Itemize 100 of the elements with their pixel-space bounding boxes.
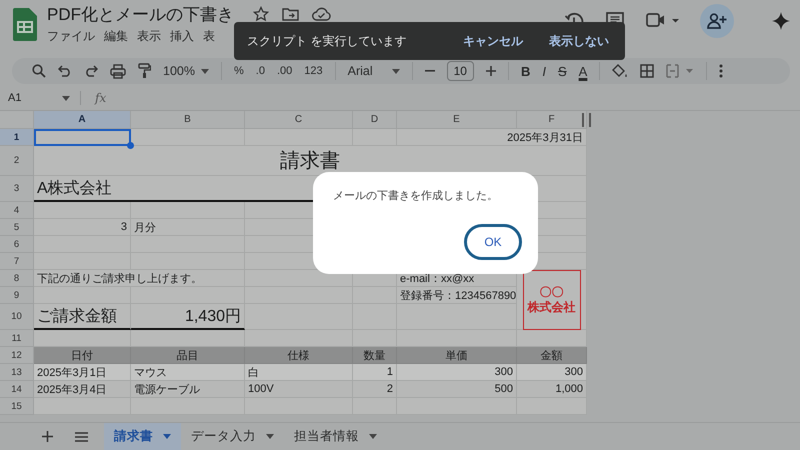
row-header[interactable]: 14 (0, 381, 34, 398)
table-cell: 請求書 (34, 146, 587, 176)
search-icon[interactable] (32, 64, 46, 78)
menu-icon[interactable] (75, 432, 88, 442)
table-cell: 下記の通りご請求申し上げます。 (34, 270, 245, 287)
table-cell: 仕様 (245, 347, 353, 364)
select-all-corner[interactable] (0, 111, 34, 129)
row-header[interactable]: 7 (0, 253, 34, 270)
row-header[interactable]: 5 (0, 219, 34, 236)
number-format-button[interactable]: .00 (276, 65, 292, 77)
table-cell: 単価 (397, 347, 517, 364)
toast-action[interactable]: 表示しない (549, 32, 609, 50)
stamp-text: 〇〇 (540, 284, 564, 300)
table-cell: 2025年3月4日 (34, 381, 131, 398)
sheet-tab[interactable]: 担当者情報 (284, 423, 387, 450)
toast-message: スクリプト を実行しています (247, 32, 406, 50)
text-style-button[interactable]: I (542, 64, 546, 78)
sheet-tab-label: データ入力 (191, 428, 256, 445)
sheet-tab-label: 担当者情報 (294, 428, 359, 445)
sheets-logo-icon[interactable] (13, 8, 37, 41)
table-cell: 数量 (353, 347, 397, 364)
table-cell: 日付 (34, 347, 131, 364)
zoom-dropdown[interactable]: 100% (163, 64, 195, 78)
folder-icon[interactable] (282, 7, 299, 21)
redo-icon[interactable] (84, 65, 98, 77)
row-header[interactable]: 8 (0, 270, 34, 287)
sheet-tab-label: 請求書 (114, 428, 153, 445)
sheet-tab[interactable]: 請求書 (104, 423, 181, 450)
number-format-button[interactable]: % (234, 65, 244, 77)
table-cell: 1,000 (517, 381, 587, 398)
selected-cell[interactable] (34, 129, 131, 146)
ok-button[interactable]: OK (464, 224, 522, 260)
table-cell: 500 (397, 381, 517, 398)
caret-icon[interactable] (392, 68, 400, 74)
paint-roller-icon[interactable] (138, 63, 151, 79)
star-icon[interactable] (253, 6, 269, 22)
table-cell: 3 (34, 219, 131, 236)
table-cell: 300 (517, 364, 587, 381)
column-header[interactable]: B (131, 111, 245, 129)
table-cell: 品目 (131, 347, 245, 364)
add-sheet-icon[interactable] (42, 431, 53, 442)
row-header[interactable]: 6 (0, 236, 34, 253)
row-header[interactable]: 4 (0, 202, 34, 219)
caret-icon[interactable] (200, 68, 209, 74)
font-dropdown[interactable]: Arial (348, 64, 386, 78)
font-size-field[interactable]: 10 (446, 61, 474, 81)
column-header[interactable]: A (34, 111, 131, 129)
table-cell: 金額 (517, 347, 587, 364)
text-style-button[interactable]: B (520, 64, 530, 78)
borders-icon[interactable] (640, 64, 654, 78)
menu-item[interactable]: 表 (203, 28, 215, 45)
column-header[interactable]: F (517, 111, 587, 129)
row-header[interactable]: 15 (0, 398, 34, 415)
table-cell: 月分 (131, 219, 245, 236)
freeze-handle[interactable] (582, 113, 591, 127)
print-icon[interactable] (110, 64, 126, 78)
row-header[interactable]: 9 (0, 287, 34, 304)
caret-icon[interactable] (62, 96, 70, 100)
share-button[interactable] (700, 4, 734, 38)
menu-item[interactable]: 表示 (137, 28, 161, 45)
sparkle-icon[interactable] (772, 12, 790, 30)
fill-bucket-icon[interactable] (612, 64, 628, 78)
table-cell: 電源ケーブル (131, 381, 245, 398)
caret-icon[interactable] (369, 434, 377, 439)
menu-item[interactable]: ファイル (47, 28, 95, 45)
menu-item[interactable]: 挿入 (170, 28, 194, 45)
column-header[interactable]: E (397, 111, 517, 129)
table-cell: ご請求金額 (34, 304, 131, 330)
stamp-text: 株式会社 (528, 300, 576, 314)
sheet-tab[interactable]: データ入力 (181, 423, 284, 450)
more-icon[interactable] (719, 64, 724, 78)
row-header[interactable]: 12 (0, 347, 34, 364)
text-style-button[interactable]: A (578, 64, 588, 78)
document-title[interactable]: PDF化とメールの下書き (47, 2, 234, 26)
row-header[interactable]: 3 (0, 176, 34, 202)
cloud-icon[interactable] (312, 7, 331, 21)
caret-icon[interactable] (266, 434, 274, 439)
number-format-button[interactable]: .0 (256, 65, 265, 77)
column-header[interactable]: D (353, 111, 397, 129)
row-header[interactable]: 10 (0, 304, 34, 330)
table-cell: 2 (353, 381, 397, 398)
table-cell: 300 (397, 364, 517, 381)
name-box[interactable]: A1 (8, 92, 54, 104)
undo-icon[interactable] (58, 65, 72, 77)
number-format-button[interactable]: 123 (304, 65, 323, 77)
plus-icon[interactable] (486, 66, 496, 76)
toast-action[interactable]: キャンセル (463, 32, 523, 50)
text-style-button[interactable]: S (558, 64, 567, 78)
video-call-icon[interactable] (646, 12, 680, 28)
minus-icon[interactable] (424, 70, 435, 72)
row-header[interactable]: 11 (0, 330, 34, 347)
row-header[interactable]: 2 (0, 146, 34, 176)
row-header[interactable]: 1 (0, 129, 34, 146)
column-header[interactable]: C (245, 111, 353, 129)
caret-icon[interactable] (163, 434, 171, 439)
table-cell: 2025年3月1日 (34, 364, 131, 381)
add-person-icon (707, 13, 727, 29)
row-header[interactable]: 13 (0, 364, 34, 381)
menu-item[interactable]: 編集 (104, 28, 128, 45)
merge-cells-icon[interactable] (666, 64, 694, 78)
